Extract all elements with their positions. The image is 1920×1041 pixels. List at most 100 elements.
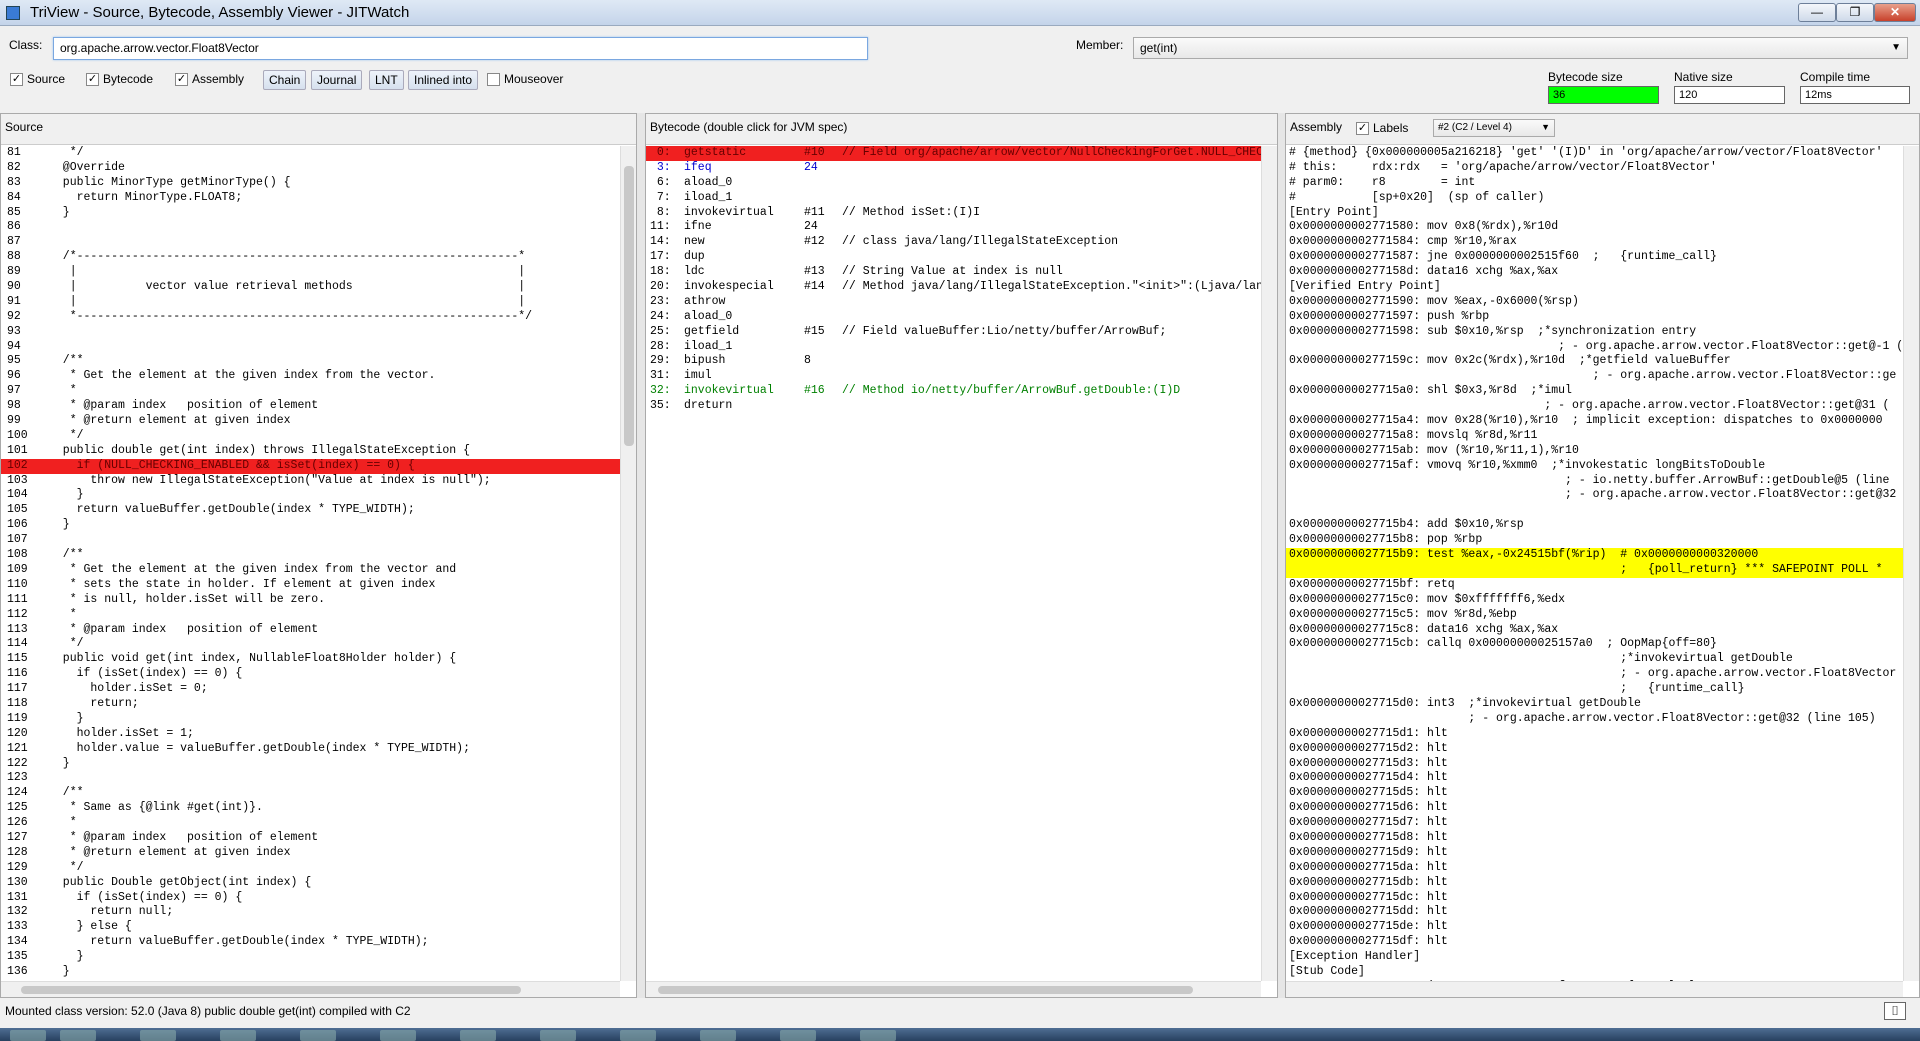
close-button[interactable]: ✕ — [1874, 3, 1916, 22]
bytecode-horizontal-scrollbar[interactable] — [646, 981, 1261, 997]
bytecode-line[interactable]: 24: aload_0 — [646, 310, 1261, 325]
bytecode-line[interactable]: 6: aload_0 — [646, 176, 1261, 191]
assembly-line[interactable]: 0x00000000027715d7: hlt — [1286, 816, 1903, 831]
source-vertical-scrollbar[interactable] — [620, 146, 636, 981]
source-line[interactable]: 88 /*-----------------------------------… — [1, 250, 620, 265]
assembly-line[interactable]: 0x00000000027715de: hlt — [1286, 920, 1903, 935]
assembly-code-view[interactable]: # {method} {0x000000005a216218} 'get' '(… — [1286, 146, 1903, 981]
assembly-line[interactable]: 0x00000000027715da: hlt — [1286, 861, 1903, 876]
source-line[interactable]: 127 * @param index position of element — [1, 831, 620, 846]
assembly-line[interactable]: 0x00000000027715a8: movslq %r8d,%r11 — [1286, 429, 1903, 444]
bytecode-line[interactable]: 17: dup — [646, 250, 1261, 265]
bytecode-line[interactable]: 35: dreturn — [646, 399, 1261, 414]
assembly-line[interactable]: 0x0000000002771597: push %rbp — [1286, 310, 1903, 325]
taskbar-item[interactable] — [10, 1030, 46, 1041]
source-line[interactable]: 106 } — [1, 518, 620, 533]
source-line[interactable]: 91 | | — [1, 295, 620, 310]
source-line[interactable]: 121 holder.value = valueBuffer.getDouble… — [1, 742, 620, 757]
source-line[interactable]: 133 } else { — [1, 920, 620, 935]
labels-checkbox[interactable]: ✓ Labels — [1356, 119, 1408, 137]
checkbox-bytecode-box[interactable]: ✓ — [86, 72, 99, 86]
source-line[interactable]: 83 public MinorType getMinorType() { — [1, 176, 620, 191]
source-line[interactable]: 101 public double get(int index) throws … — [1, 444, 620, 459]
assembly-line[interactable]: 0x00000000027715db: hlt — [1286, 876, 1903, 891]
source-line[interactable]: 105 return valueBuffer.getDouble(index *… — [1, 503, 620, 518]
assembly-line[interactable]: 0x00000000027715d3: hlt — [1286, 757, 1903, 772]
source-line[interactable]: 125 * Same as {@link #get(int)}. — [1, 801, 620, 816]
assembly-line[interactable]: 0x0000000002771587: jne 0x0000000002515f… — [1286, 250, 1903, 265]
source-line[interactable]: 98 * @param index position of element — [1, 399, 620, 414]
source-line[interactable]: 90 | vector value retrieval methods | — [1, 280, 620, 295]
assembly-line[interactable]: 0x00000000027715dc: hlt — [1286, 891, 1903, 906]
source-line[interactable]: 92 *------------------------------------… — [1, 310, 620, 325]
source-line[interactable]: 118 return; — [1, 697, 620, 712]
bytecode-line[interactable]: 7: iload_1 — [646, 191, 1261, 206]
source-line[interactable]: 112 * — [1, 608, 620, 623]
assembly-line[interactable]: ;*invokevirtual getDouble — [1286, 652, 1903, 667]
bytecode-line[interactable]: 8: invokevirtual #11 // Method isSet:(I)I — [646, 206, 1261, 221]
assembly-line[interactable]: ; - org.apache.arrow.vector.Float8Vector… — [1286, 369, 1903, 384]
scrollbar-thumb[interactable] — [21, 986, 521, 994]
assembly-horizontal-scrollbar[interactable] — [1286, 981, 1903, 997]
source-line[interactable]: 102 if (NULL_CHECKING_ENABLED && isSet(i… — [1, 458, 620, 474]
assembly-line[interactable]: 0x00000000027715d4: hlt — [1286, 771, 1903, 786]
taskbar-item[interactable] — [540, 1030, 576, 1041]
taskbar-item[interactable] — [860, 1030, 896, 1041]
camera-icon[interactable]: ⌷ — [1884, 1002, 1906, 1020]
source-line[interactable]: 93 — [1, 325, 620, 340]
source-line[interactable]: 84 return MinorType.FLOAT8; — [1, 191, 620, 206]
source-code-view[interactable]: 81 */82 @Override 83 public MinorType get… — [1, 146, 620, 981]
source-line[interactable]: 128 * @return element at given index — [1, 846, 620, 861]
bytecode-line[interactable]: 31: imul — [646, 369, 1261, 384]
taskbar-item[interactable] — [460, 1030, 496, 1041]
assembly-line[interactable]: 0x0000000002771590: mov %eax,-0x6000(%rs… — [1286, 295, 1903, 310]
assembly-line[interactable]: 0x00000000027715d9: hlt — [1286, 846, 1903, 861]
assembly-line[interactable]: 0x00000000027715cb: callq 0x000000000251… — [1286, 637, 1903, 652]
source-line[interactable]: 129 */ — [1, 861, 620, 876]
scrollbar-thumb[interactable] — [658, 986, 1193, 994]
source-line[interactable]: 99 * @return element at given index — [1, 414, 620, 429]
journal-button[interactable]: Journal — [311, 70, 363, 90]
assembly-line[interactable]: ; - org.apache.arrow.vector.Float8Vector… — [1286, 712, 1903, 727]
assembly-line[interactable]: 0x00000000027715d5: hlt — [1286, 786, 1903, 801]
assembly-line[interactable]: 0x00000000027715b9: test %eax,-0x24515bf… — [1286, 548, 1903, 563]
assembly-line[interactable]: [Verified Entry Point] — [1286, 280, 1903, 295]
source-line[interactable]: 110 * sets the state in holder. If eleme… — [1, 578, 620, 593]
checkbox-assembly-box[interactable]: ✓ — [175, 72, 188, 86]
source-line[interactable]: 82 @Override — [1, 161, 620, 176]
assembly-line[interactable]: 0x00000000027715d2: hlt — [1286, 742, 1903, 757]
checkbox-labels-box[interactable]: ✓ — [1356, 121, 1369, 135]
source-line[interactable]: 115 public void get(int index, NullableF… — [1, 652, 620, 667]
bytecode-line[interactable]: 32: invokevirtual #16 // Method io/netty/bu… — [646, 384, 1261, 399]
bytecode-line[interactable]: 29: bipush 8 — [646, 354, 1261, 369]
assembly-line[interactable]: # this: rdx:rdx = 'org/apache/arrow/vect… — [1286, 161, 1903, 176]
chain-button[interactable]: Chain — [263, 70, 307, 90]
maximize-button[interactable]: ❐ — [1836, 3, 1874, 22]
assembly-line[interactable]: 0x00000000027715df: hlt — [1286, 935, 1903, 950]
source-line[interactable]: 136 } — [1, 965, 620, 980]
bytecode-line[interactable]: 11: ifne 24 — [646, 220, 1261, 235]
class-input[interactable]: org.apache.arrow.vector.Float8Vector — [53, 37, 868, 60]
source-line[interactable]: 111 * is null, holder.isSet will be zero… — [1, 593, 620, 608]
bytecode-code-view[interactable]: 0: getstatic #10 // Field org/apache/arrow/… — [646, 146, 1261, 981]
source-line[interactable]: 135 } — [1, 950, 620, 965]
source-line[interactable]: 123 — [1, 771, 620, 786]
source-line[interactable]: 120 holder.isSet = 1; — [1, 727, 620, 742]
bytecode-line[interactable]: 20: invokespecial #14 // Method java/lang/I… — [646, 280, 1261, 295]
bytecode-line[interactable]: 18: ldc #13 // String Value at index is nul… — [646, 265, 1261, 280]
checkbox-source-box[interactable]: ✓ — [10, 72, 23, 86]
source-line[interactable]: 87 — [1, 235, 620, 250]
source-line[interactable]: 131 if (isSet(index) == 0) { — [1, 891, 620, 906]
source-line[interactable]: 108 /** — [1, 548, 620, 563]
source-line[interactable]: 113 * @param index position of element — [1, 623, 620, 638]
assembly-line[interactable]: # {method} {0x000000005a216218} 'get' '(… — [1286, 146, 1903, 161]
bytecode-line[interactable]: 23: athrow — [646, 295, 1261, 310]
member-select[interactable]: get(int) ▼ — [1133, 37, 1908, 59]
assembly-line[interactable]: [Stub Code] — [1286, 965, 1903, 980]
source-line[interactable]: 109 * Get the element at the given index… — [1, 563, 620, 578]
source-line[interactable]: 81 */ — [1, 146, 620, 161]
assembly-line[interactable]: # parm0: r8 = int — [1286, 176, 1903, 191]
assembly-line[interactable]: 0x0000000002771598: sub $0x10,%rsp ;*syn… — [1286, 325, 1903, 340]
source-line[interactable]: 122 } — [1, 757, 620, 772]
assembly-line[interactable]: 0x00000000027715dd: hlt — [1286, 905, 1903, 920]
